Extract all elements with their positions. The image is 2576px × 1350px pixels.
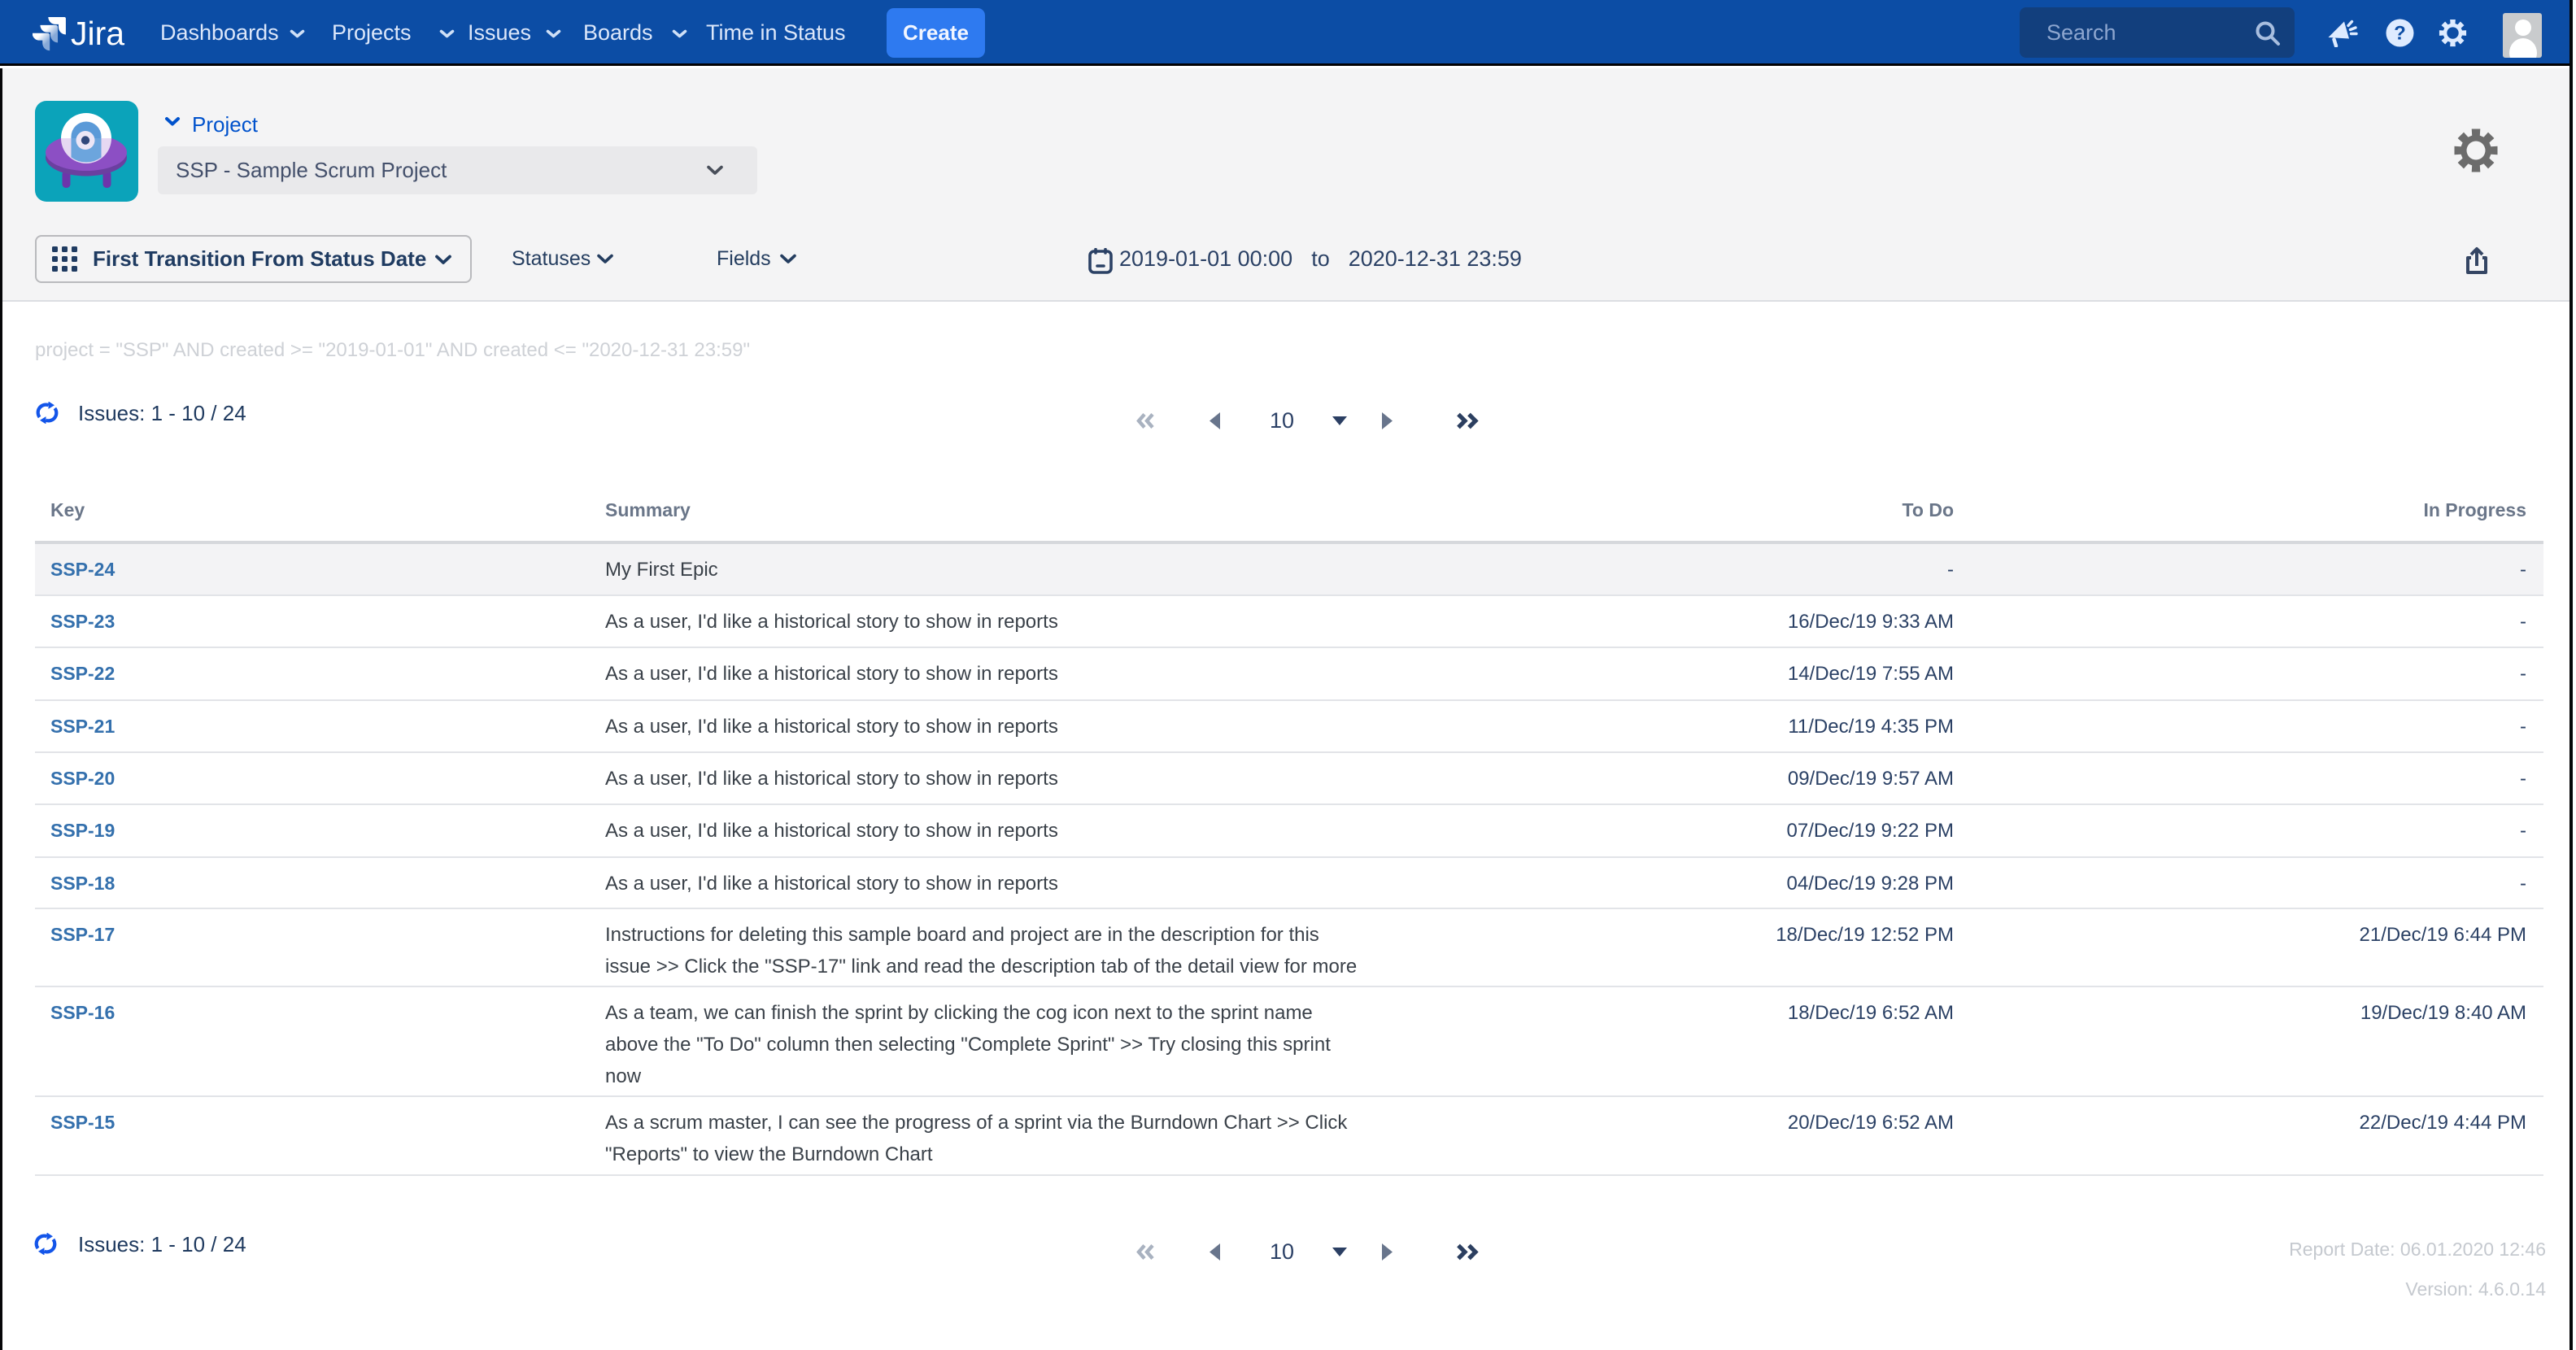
svg-text:?: ? <box>2394 23 2406 45</box>
